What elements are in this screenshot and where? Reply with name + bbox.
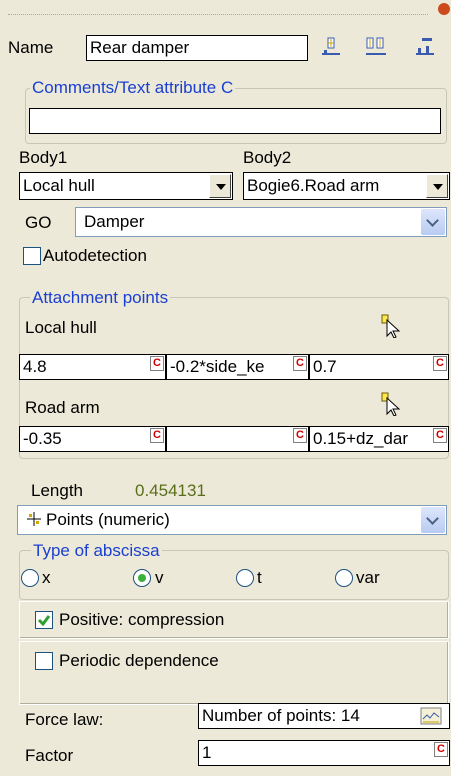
chevron-down-icon[interactable] (426, 174, 448, 198)
body1-select[interactable]: Local hull (19, 172, 233, 200)
point2-z-input[interactable]: 0.15+dz_dar C (309, 426, 449, 452)
close-icon[interactable] (438, 3, 450, 15)
body1-select-value: Local hull (23, 176, 95, 195)
point2-y-input[interactable]: C (166, 426, 309, 452)
c-marker-icon[interactable]: C (434, 742, 448, 757)
pick-point-icon[interactable] (380, 314, 402, 339)
force-law-field[interactable]: Number of points: 14 (198, 703, 450, 729)
force-law-label: Force law: (25, 710, 104, 729)
length-label: Length (31, 481, 83, 500)
body2-select[interactable]: Bogie6.Road arm (243, 172, 450, 200)
pick-point-icon[interactable] (380, 392, 402, 417)
length-value: 0.454131 (135, 481, 206, 500)
periodic-label: Periodic dependence (59, 651, 219, 670)
go-select-value: Damper (84, 212, 145, 231)
abscissa-radio-x[interactable] (21, 569, 39, 587)
factor-value: 1 (202, 743, 212, 762)
point1-y-input[interactable]: -0.2*side_ke C (166, 354, 309, 380)
abscissa-label-var: var (356, 568, 380, 587)
point1-label: Local hull (25, 318, 97, 337)
abscissa-radio-var[interactable] (335, 569, 353, 587)
point2-z-value: 0.15+dz_dar (313, 429, 408, 448)
abscissa-title: Type of abscissa (31, 541, 162, 561)
abscissa-label-x: x (42, 568, 51, 587)
abscissa-label-t: t (257, 568, 262, 587)
factor-label: Factor (25, 746, 74, 765)
periodic-checkbox[interactable] (35, 652, 53, 670)
chevron-down-icon[interactable] (421, 209, 445, 235)
force-law-value: Number of points: 14 (202, 706, 360, 725)
point1-x-value: 4.8 (23, 357, 47, 376)
delete-element-icon[interactable] (414, 36, 436, 58)
points-select[interactable]: Points (numeric) (17, 505, 447, 535)
top-divider (8, 14, 428, 15)
comments-title: Comments/Text attribute C (30, 78, 236, 98)
point1-x-input[interactable]: 4.8 C (19, 354, 166, 380)
positive-label: Positive: compression (59, 610, 225, 629)
chevron-down-icon[interactable] (209, 174, 231, 198)
c-marker-icon[interactable]: C (293, 356, 307, 371)
points-icon (26, 506, 46, 534)
abscissa-radio-v[interactable] (133, 569, 151, 587)
abscissa-radio-t[interactable] (236, 569, 254, 587)
name-input[interactable]: Rear damper (86, 35, 308, 61)
point2-label: Road arm (25, 398, 100, 417)
graph-icon[interactable] (420, 707, 442, 725)
comments-input[interactable] (29, 108, 441, 134)
attachment-title: Attachment points (30, 288, 171, 308)
c-marker-icon[interactable]: C (150, 428, 164, 443)
point2-x-input[interactable]: -0.35 C (19, 426, 166, 452)
points-select-value: Points (numeric) (46, 510, 170, 529)
point2-x-value: -0.35 (23, 429, 62, 448)
go-label: GO (25, 213, 52, 232)
positive-checkbox[interactable] (35, 611, 53, 629)
body2-label: Body2 (243, 148, 292, 167)
autodetection-label: Autodetection (43, 246, 147, 265)
chevron-down-icon[interactable] (421, 507, 445, 533)
factor-input[interactable]: 1 C (198, 740, 450, 766)
c-marker-icon[interactable]: C (150, 356, 164, 371)
go-select[interactable]: Damper (75, 207, 447, 237)
point1-y-value: -0.2*side_ke (170, 357, 265, 376)
c-marker-icon[interactable]: C (293, 428, 307, 443)
point1-z-input[interactable]: 0.7 C (309, 354, 449, 380)
name-label: Name (8, 38, 54, 57)
autodetection-checkbox[interactable] (23, 247, 41, 265)
abscissa-label-v: v (155, 568, 164, 587)
add-element-icon[interactable] (320, 36, 342, 58)
body2-select-value: Bogie6.Road arm (247, 176, 380, 195)
body1-label: Body1 (19, 148, 68, 167)
point1-z-value: 0.7 (313, 357, 337, 376)
c-marker-icon[interactable]: C (433, 428, 447, 443)
c-marker-icon[interactable]: C (433, 356, 447, 371)
copy-element-icon[interactable] (364, 36, 386, 58)
